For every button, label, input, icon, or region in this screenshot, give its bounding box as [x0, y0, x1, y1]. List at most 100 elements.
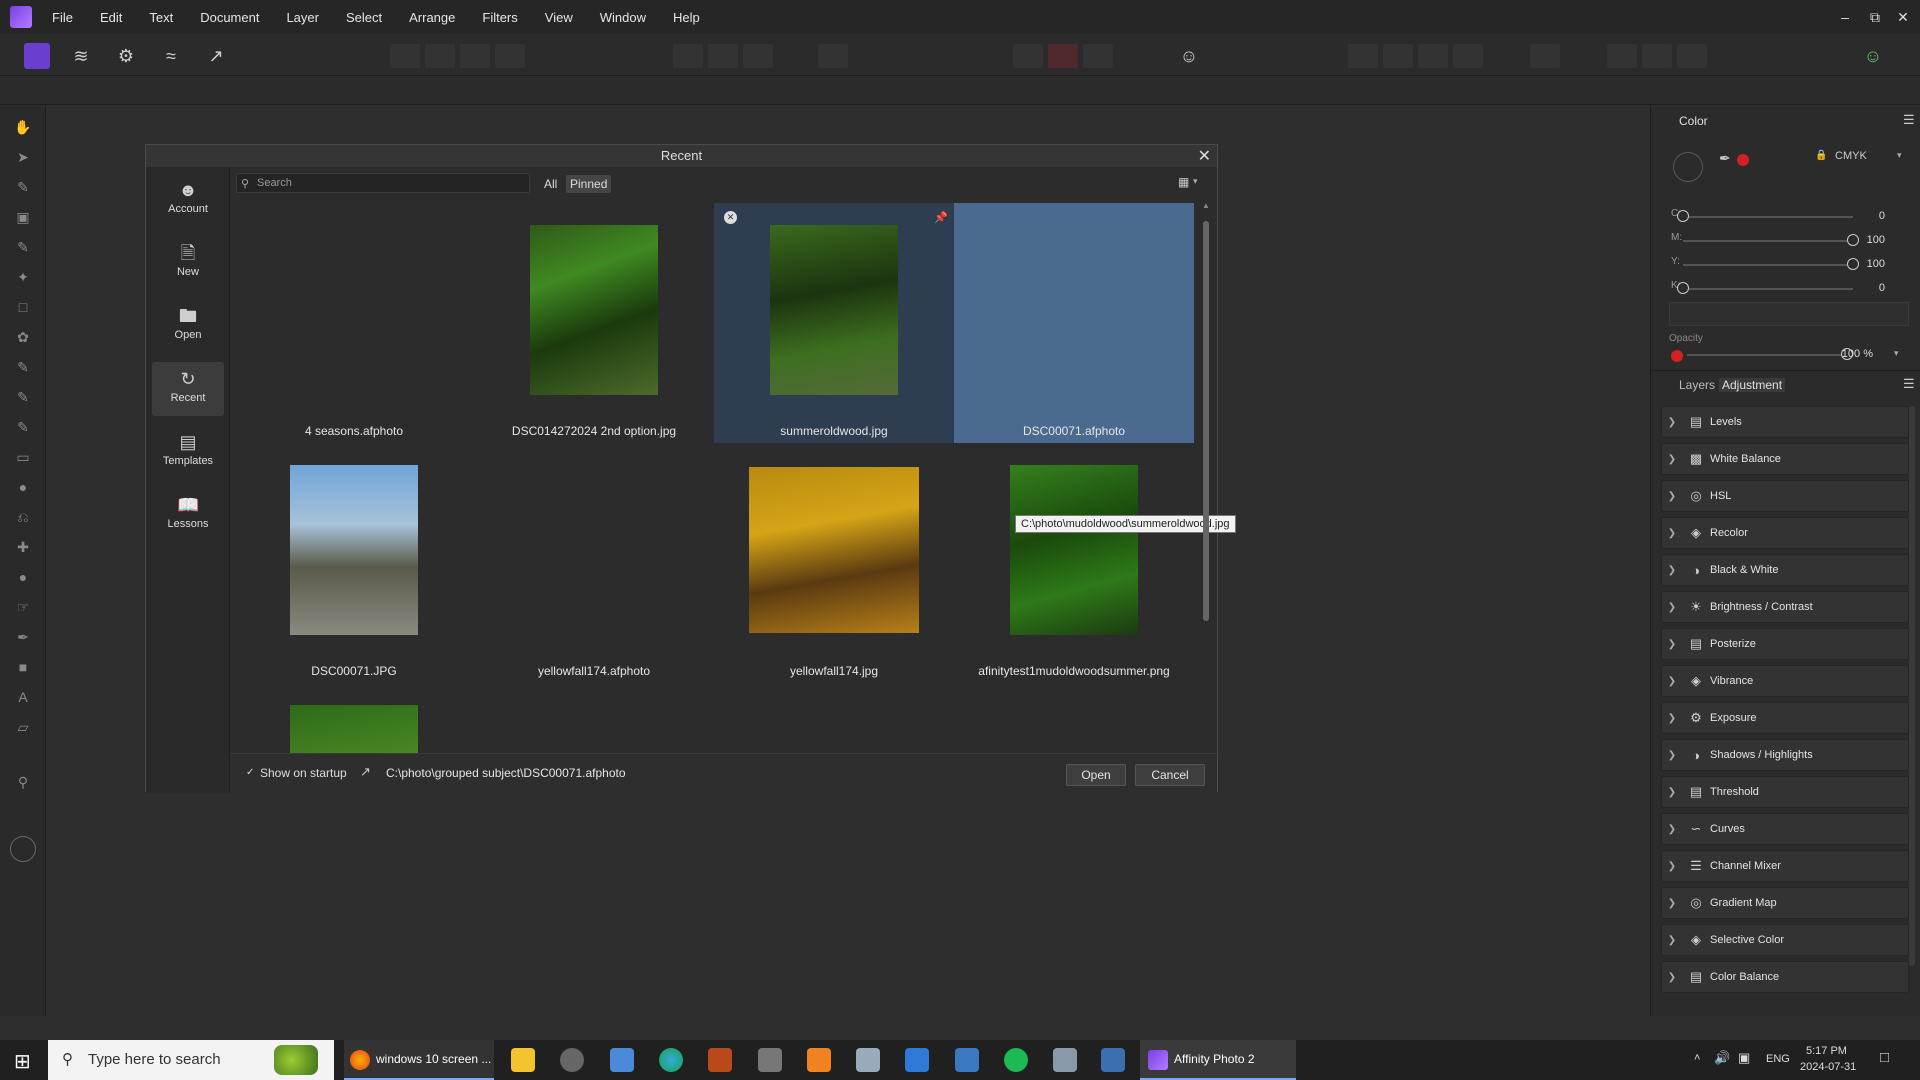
app-icon[interactable] — [1053, 1048, 1077, 1072]
app-icon[interactable] — [1101, 1048, 1125, 1072]
language-indicator[interactable]: ENG — [1766, 1053, 1790, 1065]
adjustment-item[interactable]: ❯ ⚙ Exposure — [1661, 702, 1909, 734]
menu-document[interactable]: Document — [200, 10, 259, 25]
sidebar-item-new[interactable]: 🗎 New — [152, 236, 224, 290]
eyedropper-icon[interactable]: ✒ — [1719, 150, 1731, 167]
toolbar-button-disabled[interactable] — [1348, 44, 1378, 68]
sidebar-item-open[interactable]: 🖿 Open — [152, 299, 224, 353]
toolbar-button-disabled[interactable] — [708, 44, 738, 68]
toolbar-button-disabled[interactable] — [390, 44, 420, 68]
toolbar-button-disabled[interactable] — [425, 44, 455, 68]
crop-tool-icon[interactable]: ▣ — [12, 206, 34, 228]
menu-view[interactable]: View — [545, 10, 573, 25]
network-icon[interactable]: ▣ — [1738, 1050, 1750, 1066]
grid-scrollbar[interactable]: ▲ ▼ — [1201, 201, 1211, 761]
file-tile[interactable]: 4 seasons.afphoto — [234, 203, 474, 443]
pixel-tool-icon[interactable]: ✎ — [12, 416, 34, 438]
adjustment-item[interactable]: ❯ ◎ HSL — [1661, 480, 1909, 512]
toolbar-button-disabled[interactable] — [673, 44, 703, 68]
current-color-swatch[interactable] — [1737, 154, 1749, 166]
adjustment-item[interactable]: ❯ ☰ Channel Mixer — [1661, 850, 1909, 882]
taskbar-firefox[interactable]: windows 10 screen ... — [344, 1040, 494, 1080]
file-explorer-icon[interactable] — [511, 1048, 535, 1072]
smudge-tool-icon[interactable]: ☞ — [12, 596, 34, 618]
mesh-tool-icon[interactable]: ▱ — [12, 716, 34, 738]
color-picker-icon[interactable]: ✎ — [12, 356, 34, 378]
color-wheel-icon[interactable] — [1673, 152, 1703, 182]
open-location-icon[interactable]: ↗ — [360, 764, 371, 780]
photo-persona-icon[interactable] — [24, 43, 50, 69]
menu-filters[interactable]: Filters — [482, 10, 517, 25]
tone-mapping-persona-icon[interactable]: ≈ — [158, 43, 184, 69]
toolbar-button-disabled[interactable] — [1013, 44, 1043, 68]
dodge-tool-icon[interactable]: ● — [12, 476, 34, 498]
search-input[interactable]: ⚲ Search — [236, 173, 530, 193]
erase-tool-icon[interactable]: ▭ — [12, 446, 34, 468]
file-tile[interactable]: yellowfall174.afphoto — [474, 443, 714, 683]
scroll-up-icon[interactable]: ▲ — [1201, 201, 1211, 210]
flood-select-icon[interactable]: ✦ — [12, 266, 34, 288]
open-button[interactable]: Open — [1066, 764, 1126, 786]
slider-y[interactable]: Y: 100 — [1671, 256, 1911, 274]
menu-edit[interactable]: Edit — [100, 10, 122, 25]
adjustment-item[interactable]: ❯ ◈ Vibrance — [1661, 665, 1909, 697]
toolbar-button-disabled[interactable] — [1607, 44, 1637, 68]
toolbar-button-disabled[interactable] — [818, 44, 848, 68]
toolbar-button-disabled[interactable] — [1453, 44, 1483, 68]
checkbox-checked-icon[interactable]: ✓ — [246, 767, 254, 778]
toolbar-button-disabled[interactable] — [1418, 44, 1448, 68]
pen-tool-icon[interactable]: ✒ — [12, 626, 34, 648]
taskbar-affinity-photo[interactable]: Affinity Photo 2 — [1140, 1040, 1296, 1080]
toolbar-button-disabled[interactable] — [1677, 44, 1707, 68]
file-tile[interactable]: DSC00071.afphoto — [954, 203, 1194, 443]
tab-adjustment[interactable]: Adjustment — [1719, 378, 1786, 392]
toolbar-button-disabled[interactable] — [495, 44, 525, 68]
tab-layers[interactable]: Layers — [1679, 378, 1715, 392]
sidebar-item-templates[interactable]: ▤ Templates — [152, 425, 224, 479]
zoom-tool-icon[interactable]: ⚲ — [12, 771, 34, 793]
notifications-icon[interactable]: □ — [1880, 1049, 1889, 1066]
quick-mask-icon[interactable] — [1048, 44, 1078, 68]
cancel-button[interactable]: Cancel — [1135, 764, 1205, 786]
develop-persona-icon[interactable]: ⚙ — [113, 43, 139, 69]
panel-menu-icon[interactable]: ☰ — [1903, 376, 1915, 392]
windows-start-icon[interactable]: ⊞ — [14, 1049, 31, 1074]
toolbar-button-disabled[interactable] — [1530, 44, 1560, 68]
opacity-slider[interactable]: 100 % — [1673, 346, 1913, 364]
vlc-icon[interactable] — [807, 1048, 831, 1072]
toolbar-button-disabled[interactable] — [460, 44, 490, 68]
adjustment-item[interactable]: ❯ ▤ Threshold — [1661, 776, 1909, 808]
file-tile[interactable]: DSC014272024 2nd option.jpg — [474, 203, 714, 443]
remove-icon[interactable]: ✕ — [724, 211, 737, 224]
marquee-tool-icon[interactable]: □ — [12, 296, 34, 318]
adjustment-item[interactable]: ❯ ▤ Posterize — [1661, 628, 1909, 660]
slider-m[interactable]: M: 100 — [1671, 232, 1911, 250]
sidebar-item-recent[interactable]: ↻ Recent — [152, 362, 224, 416]
menu-layer[interactable]: Layer — [286, 10, 319, 25]
move-tool-icon[interactable]: ➤ — [12, 146, 34, 168]
calculator-icon[interactable] — [955, 1048, 979, 1072]
camera-icon[interactable] — [610, 1048, 634, 1072]
edge-icon[interactable] — [659, 1048, 683, 1072]
clock-date[interactable]: 2024-07-31 — [1800, 1061, 1856, 1073]
scroll-thumb[interactable] — [1203, 221, 1209, 621]
filter-all[interactable]: All — [540, 175, 561, 193]
sidebar-item-account[interactable]: ☻ Account — [152, 173, 224, 227]
chevron-up-icon[interactable]: ˄ — [1694, 1052, 1700, 1064]
adjustment-item[interactable]: ❯ ◑ Black & White — [1661, 554, 1909, 586]
sidebar-item-lessons[interactable]: 📖 Lessons — [152, 488, 224, 542]
show-on-startup-label[interactable]: Show on startup — [260, 766, 347, 780]
clock-time[interactable]: 5:17 PM — [1806, 1045, 1847, 1057]
chevron-down-icon[interactable]: ▾ — [1193, 176, 1198, 187]
liquify-persona-icon[interactable]: ≋ — [68, 43, 94, 69]
file-tile[interactable]: yellowfall174.jpg — [714, 443, 954, 683]
adjustment-item[interactable]: ❯ ◈ Recolor — [1661, 517, 1909, 549]
selection-brush-icon[interactable]: ✎ — [12, 236, 34, 258]
account-icon[interactable]: ☺ — [1860, 43, 1886, 69]
close-icon[interactable]: ✕ — [1886, 0, 1920, 34]
adjustment-item[interactable]: ❯ ◈ Selective Color — [1661, 924, 1909, 956]
pin-icon[interactable]: 📌 — [934, 211, 948, 224]
opacity-dropdown-icon[interactable]: ▾ — [1894, 348, 1899, 359]
minimize-icon[interactable]: – — [1828, 0, 1862, 34]
menu-text[interactable]: Text — [149, 10, 173, 25]
